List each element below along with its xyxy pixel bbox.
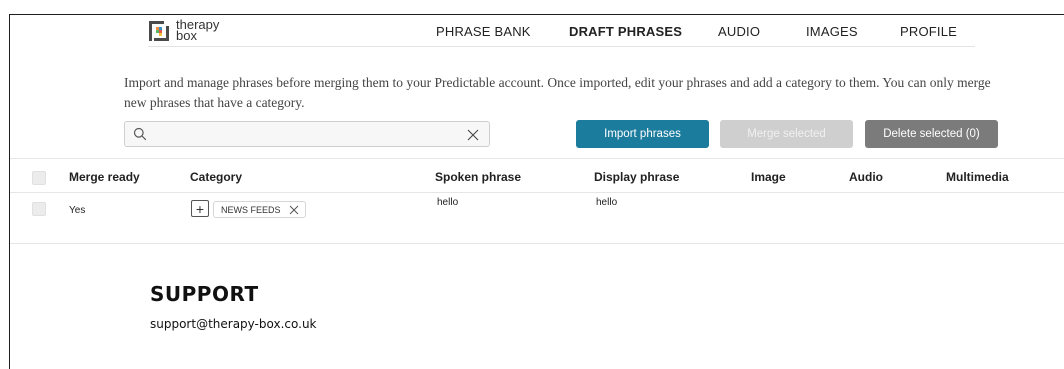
merge-ready-value: Yes: [69, 205, 86, 216]
nav-profile[interactable]: PROFILE: [900, 24, 957, 39]
nav-divider: [148, 46, 975, 47]
merge-selected-button[interactable]: Merge selected: [720, 120, 853, 148]
nav-draft-phrases[interactable]: DRAFT PHRASES: [569, 24, 682, 39]
column-header-audio[interactable]: Audio: [849, 170, 883, 184]
search-input[interactable]: [151, 125, 451, 143]
plus-icon: +: [195, 200, 205, 217]
search-box[interactable]: [124, 121, 490, 147]
column-header-merge-ready[interactable]: Merge ready: [69, 170, 140, 184]
table-bottom-border: [10, 243, 1064, 244]
nav-phrase-bank[interactable]: PHRASE BANK: [436, 24, 531, 39]
category-chip: NEWS FEEDS: [213, 201, 306, 218]
add-category-button[interactable]: +: [191, 200, 209, 217]
support-heading: SUPPORT: [150, 282, 259, 306]
logo-wordmark: therapy box: [176, 18, 219, 42]
delete-selected-button[interactable]: Delete selected (0): [865, 120, 998, 148]
nav-audio[interactable]: AUDIO: [718, 24, 760, 39]
window-frame-top: [9, 14, 1064, 15]
intro-text: Import and manage phrases before merging…: [124, 75, 991, 110]
category-chip-label: NEWS FEEDS: [221, 204, 281, 215]
column-header-spoken-phrase[interactable]: Spoken phrase: [435, 170, 521, 184]
import-phrases-button[interactable]: Import phrases: [576, 120, 709, 148]
table-header-border: [10, 192, 1064, 193]
nav-images[interactable]: IMAGES: [806, 24, 858, 39]
display-phrase-value[interactable]: hello: [596, 197, 617, 208]
column-header-image[interactable]: Image: [751, 170, 786, 184]
column-header-display-phrase[interactable]: Display phrase: [594, 170, 679, 184]
select-all-checkbox[interactable]: [32, 171, 46, 185]
table-top-border: [10, 158, 1064, 159]
search-icon: [133, 127, 147, 141]
column-header-multimedia[interactable]: Multimedia: [946, 170, 1009, 184]
spoken-phrase-value[interactable]: hello: [437, 197, 458, 208]
close-icon[interactable]: [289, 205, 299, 215]
therapy-box-logo[interactable]: therapy box: [148, 18, 219, 42]
close-icon[interactable]: [467, 128, 479, 141]
logo-mark-icon: [148, 20, 170, 42]
support-email-link[interactable]: support@therapy-box.co.uk: [150, 317, 317, 331]
row-checkbox[interactable]: [32, 202, 46, 216]
column-header-category[interactable]: Category: [190, 170, 242, 184]
